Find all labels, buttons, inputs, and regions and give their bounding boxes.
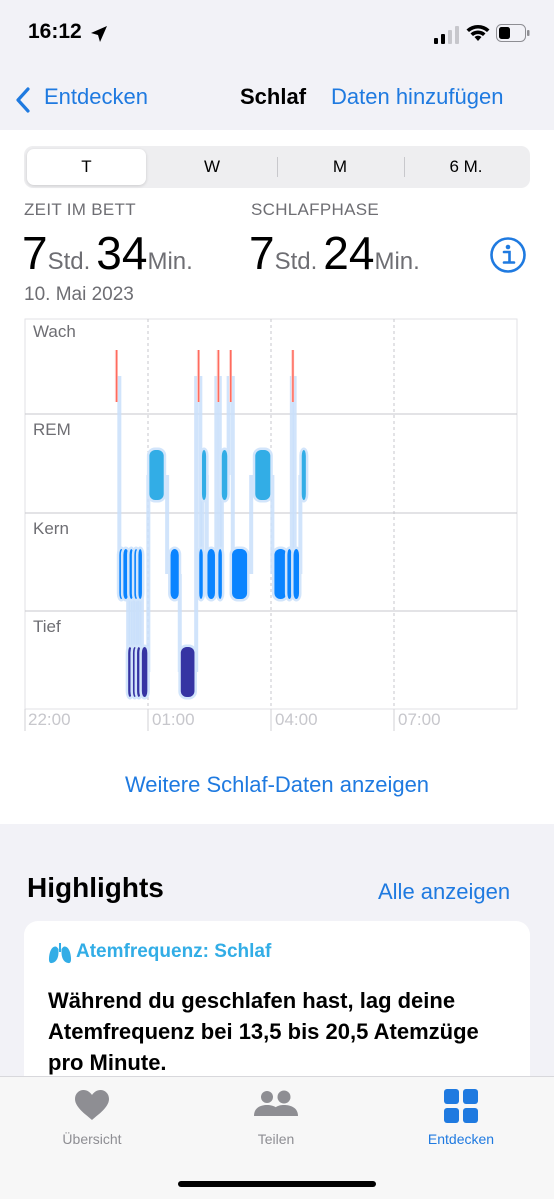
time-in-bed-label: ZEIT IM BETT — [24, 200, 136, 219]
segment-kern — [138, 549, 142, 599]
back-button[interactable]: Entdecken — [44, 84, 148, 110]
stage-transition — [249, 475, 254, 574]
asleep-hours-unit: Std. — [274, 248, 318, 275]
segment-awake — [230, 350, 232, 402]
x-tick-label: 07:00 — [398, 710, 441, 729]
asleep-minutes: 24 — [323, 227, 375, 279]
battery-icon — [496, 24, 530, 42]
location-arrow-icon — [91, 26, 107, 42]
highlights-heading: Highlights — [27, 872, 164, 903]
tab-browse[interactable]: Entdecken — [369, 1077, 553, 1157]
asleep-value: 7Std. 24Min. — [249, 226, 426, 279]
x-tick-label: 01:00 — [152, 710, 195, 729]
heart-icon — [75, 1090, 109, 1120]
wifi-icon — [466, 25, 490, 41]
segment-awake — [217, 350, 220, 402]
chart-date: 10. Mai 2023 — [24, 284, 134, 305]
add-data-button[interactable]: Daten hinzufügen — [331, 84, 503, 110]
page-title: Schlaf — [240, 84, 307, 109]
stage-transition — [194, 376, 199, 672]
people-icon — [254, 1090, 298, 1116]
segment-awake — [292, 350, 294, 402]
segment-week[interactable]: W — [150, 149, 274, 185]
stage-label-rem: REM — [33, 420, 71, 439]
segment-kern — [170, 549, 179, 599]
segment-day[interactable]: T — [27, 149, 146, 185]
chevron-left-icon[interactable] — [14, 86, 32, 114]
sleep-stages-chart: Wach REM Kern Tief 22:00 01:00 04:00 07:… — [0, 318, 554, 732]
time-range-segmented-control: T W M 6 M. — [24, 146, 530, 188]
segment-kern — [218, 549, 222, 599]
stage-transition — [214, 376, 219, 574]
status-bar: 16:12 — [0, 0, 554, 70]
segment-awake — [197, 350, 200, 402]
segment-kern — [207, 549, 215, 599]
info-icon[interactable] — [489, 236, 527, 274]
segment-rem — [255, 450, 271, 500]
segment-kern — [199, 549, 203, 599]
lungs-icon — [48, 943, 72, 964]
asleep-label: SCHLAFPHASE — [251, 200, 380, 219]
stage-label-deep: Tief — [33, 617, 61, 636]
show-all-highlights-link[interactable]: Alle anzeigen — [378, 879, 510, 905]
segment-awake — [115, 350, 118, 402]
in-bed-hours: 7 — [22, 227, 48, 279]
segment-kern — [287, 549, 292, 599]
highlight-category: Atemfrequenz: Schlaf — [76, 941, 272, 962]
stage-transition — [292, 376, 297, 574]
stage-label-awake: Wach — [33, 322, 76, 341]
stage-transition — [146, 475, 151, 672]
segment-rem — [149, 450, 164, 500]
segment-rem — [201, 450, 207, 500]
tab-sharing-label: Teilen — [257, 1131, 295, 1147]
highlight-text: Während du geschlafen hast, lag deine At… — [48, 988, 479, 1075]
segment-tief — [141, 647, 148, 697]
tab-summary-label: Übersicht — [62, 1131, 122, 1147]
sleep-stages-plot — [24, 318, 518, 731]
segment-rem — [221, 450, 228, 500]
segment-kern — [232, 549, 248, 599]
grid-icon — [444, 1089, 478, 1123]
in-bed-minutes-unit: Min. — [147, 248, 193, 275]
in-bed-hours-unit: Std. — [47, 248, 91, 275]
asleep-hours: 7 — [249, 227, 275, 279]
tab-summary[interactable]: Übersicht — [0, 1077, 184, 1157]
tab-browse-label: Entdecken — [427, 1131, 495, 1147]
stage-label-core: Kern — [33, 519, 69, 538]
asleep-minutes-unit: Min. — [374, 248, 420, 275]
segment-six-months[interactable]: 6 M. — [405, 149, 527, 185]
in-bed-minutes: 34 — [96, 227, 148, 279]
segment-tief — [180, 647, 195, 697]
segment-month[interactable]: M — [278, 149, 402, 185]
segment-kern — [293, 549, 300, 599]
stage-transition — [230, 376, 235, 574]
tab-bar: Übersicht Teilen Entdecken — [0, 1076, 554, 1199]
status-time: 16:12 — [28, 20, 82, 43]
tab-sharing[interactable]: Teilen — [184, 1077, 368, 1157]
x-tick-label: 04:00 — [275, 710, 318, 729]
stage-transition — [117, 376, 122, 574]
segment-rem — [301, 450, 306, 500]
more-sleep-data-link[interactable]: Weitere Schlaf-Daten anzeigen — [0, 772, 554, 798]
x-tick-label: 22:00 — [28, 710, 71, 729]
cellular-signal-icon — [434, 26, 459, 44]
time-in-bed-value: 7Std. 34Min. — [22, 226, 199, 279]
navigation-bar: Entdecken Schlaf Daten hinzufügen — [0, 70, 554, 130]
segment-kern — [274, 549, 287, 599]
home-indicator[interactable] — [178, 1181, 376, 1187]
